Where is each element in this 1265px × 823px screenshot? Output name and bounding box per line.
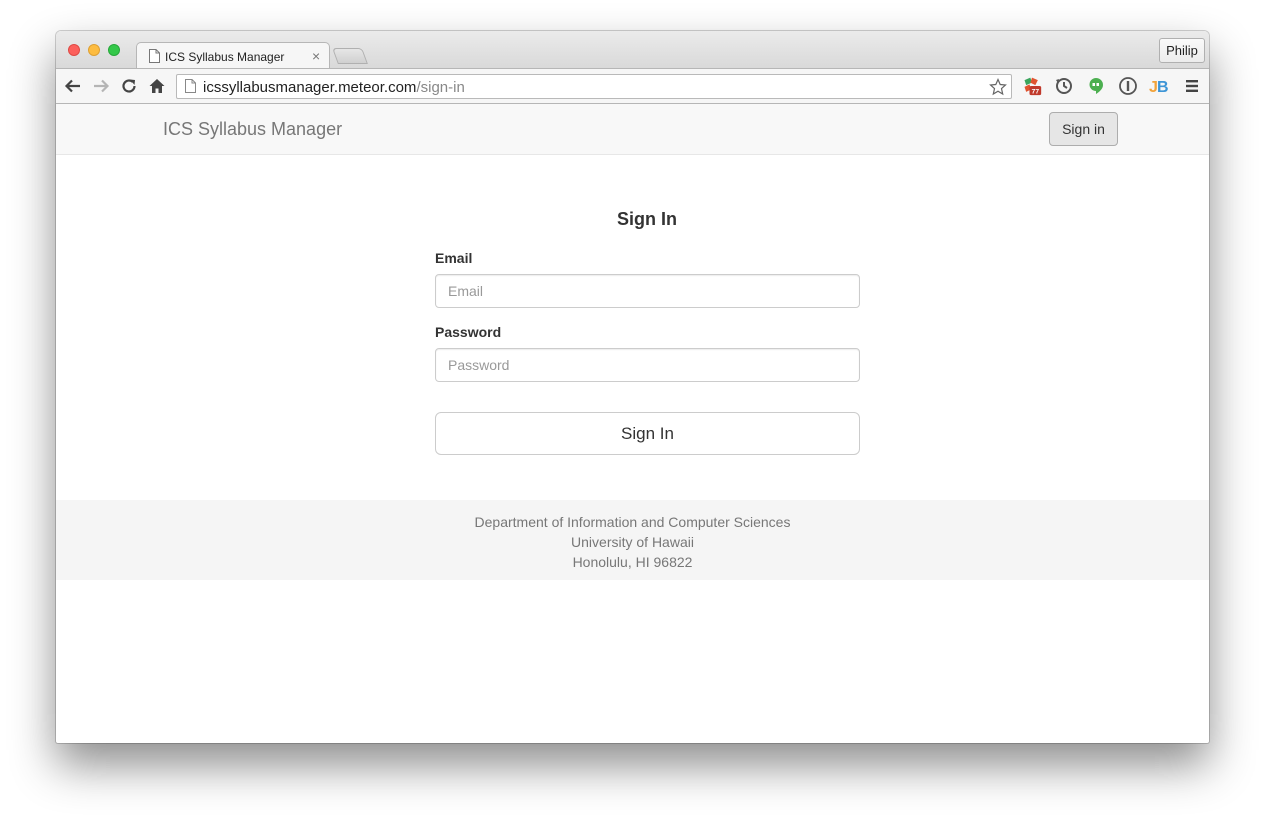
email-field[interactable]: [435, 274, 860, 308]
back-arrow-icon[interactable]: [64, 77, 82, 95]
password-manager-icon[interactable]: [1118, 76, 1138, 96]
password-field[interactable]: [435, 348, 860, 382]
url-path: /sign-in: [416, 79, 465, 96]
page-title: Sign In: [617, 209, 677, 229]
svg-text:B: B: [1157, 79, 1169, 96]
close-window-button[interactable]: [68, 44, 80, 56]
url-host: icssyllabusmanager.meteor.com: [203, 79, 417, 96]
browser-window: ICS Syllabus Manager × Philip icssyllabu…: [56, 31, 1209, 743]
new-tab-button[interactable]: [332, 48, 368, 64]
navbar-signin-button[interactable]: Sign in: [1049, 112, 1118, 146]
page-footer: Department of Information and Computer S…: [56, 500, 1209, 580]
hangouts-icon[interactable]: [1086, 76, 1106, 96]
extension-badge-icon[interactable]: 77: [1022, 76, 1042, 96]
address-bar[interactable]: icssyllabusmanager.meteor.com/sign-in: [176, 74, 1012, 99]
site-brand[interactable]: ICS Syllabus Manager: [163, 119, 342, 140]
sign-in-submit-button[interactable]: Sign In: [435, 412, 860, 455]
forward-arrow-icon[interactable]: [92, 77, 110, 95]
home-icon[interactable]: [148, 77, 166, 95]
extension-badge-count: 77: [1032, 89, 1040, 96]
browser-toolbar: icssyllabusmanager.meteor.com/sign-in 77: [56, 68, 1209, 104]
footer-department: Department of Information and Computer S…: [474, 514, 791, 530]
site-navbar: ICS Syllabus Manager Sign in: [56, 104, 1209, 155]
document-icon: [149, 49, 160, 63]
footer-university: University of Hawaii: [571, 534, 694, 550]
url-text[interactable]: icssyllabusmanager.meteor.com/sign-in: [203, 79, 465, 96]
reload-icon[interactable]: [120, 77, 138, 95]
email-label: Email: [435, 250, 473, 266]
hamburger-menu-icon[interactable]: [1182, 76, 1202, 96]
jetbrains-icon[interactable]: J B: [1149, 76, 1169, 96]
tab-close-icon[interactable]: ×: [312, 48, 320, 64]
sync-history-icon[interactable]: [1054, 76, 1074, 96]
password-label: Password: [435, 324, 502, 340]
star-icon[interactable]: [989, 78, 1007, 96]
maximize-window-button[interactable]: [108, 44, 120, 56]
page-icon: [185, 79, 196, 93]
tab-title: ICS Syllabus Manager: [165, 50, 285, 64]
browser-tab[interactable]: ICS Syllabus Manager ×: [136, 42, 330, 69]
footer-address: Honolulu, HI 96822: [572, 554, 693, 570]
minimize-window-button[interactable]: [88, 44, 100, 56]
browser-titlebar: ICS Syllabus Manager × Philip: [56, 31, 1209, 69]
profile-button[interactable]: Philip: [1159, 38, 1205, 63]
